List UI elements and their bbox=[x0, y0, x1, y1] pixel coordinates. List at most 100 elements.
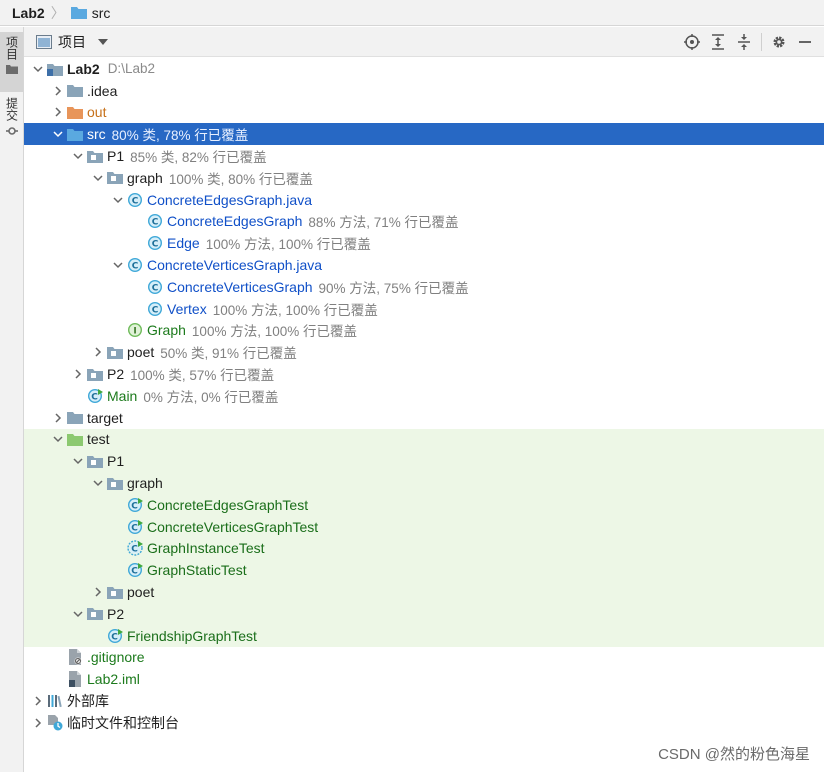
collapse-arrow-icon[interactable] bbox=[30, 715, 46, 731]
tree-node-idea[interactable]: .idea bbox=[24, 80, 824, 102]
tree-node-graph-interface[interactable]: I Graph 100% 方法, 100% 行已覆盖 bbox=[24, 320, 824, 342]
panel-actions bbox=[679, 27, 818, 57]
breadcrumb-folder[interactable]: src bbox=[70, 4, 111, 21]
expand-arrow-icon[interactable] bbox=[90, 170, 106, 186]
package-icon bbox=[106, 170, 124, 186]
test-class-icon: C bbox=[106, 628, 124, 644]
tool-tab-commit[interactable]: 提交 bbox=[0, 93, 23, 147]
expand-arrow-icon[interactable] bbox=[50, 126, 66, 142]
tree-node-gitignore[interactable]: .gitignore bbox=[24, 647, 824, 669]
expand-arrow-icon[interactable] bbox=[70, 148, 86, 164]
expand-all-icon bbox=[712, 34, 724, 50]
tree-node-graph[interactable]: graph 100% 类, 80% 行已覆盖 bbox=[24, 167, 824, 189]
svg-text:C: C bbox=[131, 545, 138, 555]
svg-text:C: C bbox=[91, 392, 98, 402]
breadcrumb-root[interactable]: Lab2 bbox=[12, 5, 45, 21]
svg-text:C: C bbox=[131, 523, 138, 533]
tool-tab-project[interactable]: 项目 bbox=[0, 32, 23, 92]
runnable-class-icon: C bbox=[86, 388, 104, 404]
gear-icon bbox=[773, 36, 785, 48]
tree-node-instance-test[interactable]: C GraphInstanceTest bbox=[24, 537, 824, 560]
tree-label: GraphStaticTest bbox=[147, 562, 247, 579]
coverage-stat: 100% 方法, 100% 行已覆盖 bbox=[212, 302, 378, 318]
collapse-all-button[interactable] bbox=[731, 29, 757, 55]
folder-icon bbox=[5, 65, 18, 74]
tree-node-edge-class[interactable]: C Edge 100% 方法, 100% 行已覆盖 bbox=[24, 232, 824, 254]
coverage-stat: 100% 类, 80% 行已覆盖 bbox=[168, 171, 313, 187]
select-opened-file-button[interactable] bbox=[679, 29, 705, 55]
java-class-icon: C bbox=[126, 257, 144, 273]
tree-node-scratches[interactable]: 临时文件和控制台 bbox=[24, 712, 824, 734]
tree-node-test[interactable]: test bbox=[24, 428, 824, 451]
tree-node-edges-test[interactable]: C ConcreteEdgesGraphTest bbox=[24, 493, 824, 516]
svg-text:C: C bbox=[132, 262, 139, 272]
collapse-arrow-icon[interactable] bbox=[30, 693, 46, 709]
test-folder-icon bbox=[66, 431, 84, 447]
svg-text:I: I bbox=[133, 327, 136, 337]
expand-arrow-icon[interactable] bbox=[110, 257, 126, 273]
tree-node-vertices-test[interactable]: C ConcreteVerticesGraphTest bbox=[24, 515, 824, 538]
breadcrumb-folder-label: src bbox=[91, 4, 111, 21]
expand-arrow-icon[interactable] bbox=[30, 61, 46, 77]
tree-node-target[interactable]: target bbox=[24, 407, 824, 429]
package-icon bbox=[86, 453, 104, 469]
tree-node-edges-file[interactable]: C ConcreteEdgesGraph.java bbox=[24, 189, 824, 211]
expand-arrow-icon[interactable] bbox=[70, 453, 86, 469]
abstract-test-class-icon: C bbox=[126, 540, 144, 557]
package-icon bbox=[106, 344, 124, 360]
tree-node-lab2[interactable]: Lab2 D:\Lab2 bbox=[24, 58, 824, 80]
breadcrumb-separator: 〉 bbox=[50, 4, 65, 21]
tree-node-friendship-test[interactable]: C FriendshipGraphTest bbox=[24, 624, 824, 647]
expand-all-button[interactable] bbox=[705, 29, 731, 55]
tree-node-vertices-file[interactable]: C ConcreteVerticesGraph.java bbox=[24, 254, 824, 276]
collapse-arrow-icon[interactable] bbox=[50, 410, 66, 426]
tree-label: GraphInstanceTest bbox=[147, 540, 265, 557]
tree-label: Lab2 bbox=[67, 60, 100, 77]
tree-node-test-poet[interactable]: poet bbox=[24, 581, 824, 603]
collapse-arrow-icon[interactable] bbox=[90, 344, 106, 360]
package-icon bbox=[86, 606, 104, 622]
collapse-arrow-icon[interactable] bbox=[90, 584, 106, 600]
tree-node-src[interactable]: src 80% 类, 78% 行已覆盖 bbox=[24, 123, 824, 146]
coverage-stat: 0% 方法, 0% 行已覆盖 bbox=[143, 389, 279, 405]
hide-panel-button[interactable] bbox=[792, 29, 818, 55]
settings-button[interactable] bbox=[766, 29, 792, 55]
tree-node-vertices-class[interactable]: C ConcreteVerticesGraph 90% 方法, 75% 行已覆盖 bbox=[24, 276, 824, 298]
expand-arrow-icon[interactable] bbox=[50, 431, 66, 447]
tree-node-iml[interactable]: Lab2.iml bbox=[24, 668, 824, 690]
package-icon bbox=[106, 584, 124, 600]
tree-label: Vertex bbox=[167, 300, 207, 317]
collapse-arrow-icon[interactable] bbox=[50, 104, 66, 120]
tree-node-vertex-class[interactable]: C Vertex 100% 方法, 100% 行已覆盖 bbox=[24, 298, 824, 320]
collapse-arrow-icon[interactable] bbox=[70, 366, 86, 382]
chevron-down-icon bbox=[98, 39, 108, 45]
tree-node-static-test[interactable]: C GraphStaticTest bbox=[24, 559, 824, 582]
svg-text:C: C bbox=[132, 196, 139, 206]
tree-label: Main bbox=[107, 387, 138, 404]
tree-label: Graph bbox=[147, 322, 186, 339]
coverage-stat: 100% 方法, 100% 行已覆盖 bbox=[205, 237, 371, 253]
svg-text:C: C bbox=[152, 305, 159, 315]
expand-arrow-icon[interactable] bbox=[110, 192, 126, 208]
breadcrumb: Lab2 〉 src bbox=[0, 0, 824, 26]
tree-label: P1 bbox=[107, 148, 125, 165]
tree-node-p1[interactable]: P1 85% 类, 82% 行已覆盖 bbox=[24, 145, 824, 167]
tree-node-test-p1[interactable]: P1 bbox=[24, 450, 824, 473]
tree-node-poet[interactable]: poet 50% 类, 91% 行已覆盖 bbox=[24, 341, 824, 363]
test-class-icon: C bbox=[126, 519, 144, 535]
project-view-selector[interactable]: 项目 bbox=[36, 27, 108, 57]
tree-node-main[interactable]: C Main 0% 方法, 0% 行已覆盖 bbox=[24, 385, 824, 407]
tree-node-edges-class[interactable]: C ConcreteEdgesGraph 88% 方法, 71% 行已覆盖 bbox=[24, 211, 824, 233]
crosshair-icon bbox=[684, 34, 700, 50]
tree-path: D:\Lab2 bbox=[107, 61, 155, 77]
tree-label: P2 bbox=[107, 605, 125, 622]
expand-arrow-icon[interactable] bbox=[70, 606, 86, 622]
tree-node-external-libraries[interactable]: 外部库 bbox=[24, 690, 824, 712]
tree-node-out[interactable]: out bbox=[24, 102, 824, 124]
tree-node-test-p2[interactable]: P2 bbox=[24, 602, 824, 625]
tree-node-p2[interactable]: P2 100% 类, 57% 行已覆盖 bbox=[24, 363, 824, 385]
collapse-arrow-icon[interactable] bbox=[50, 83, 66, 99]
svg-text:C: C bbox=[152, 240, 159, 250]
expand-arrow-icon[interactable] bbox=[90, 475, 106, 491]
tree-node-test-graph[interactable]: graph bbox=[24, 472, 824, 494]
